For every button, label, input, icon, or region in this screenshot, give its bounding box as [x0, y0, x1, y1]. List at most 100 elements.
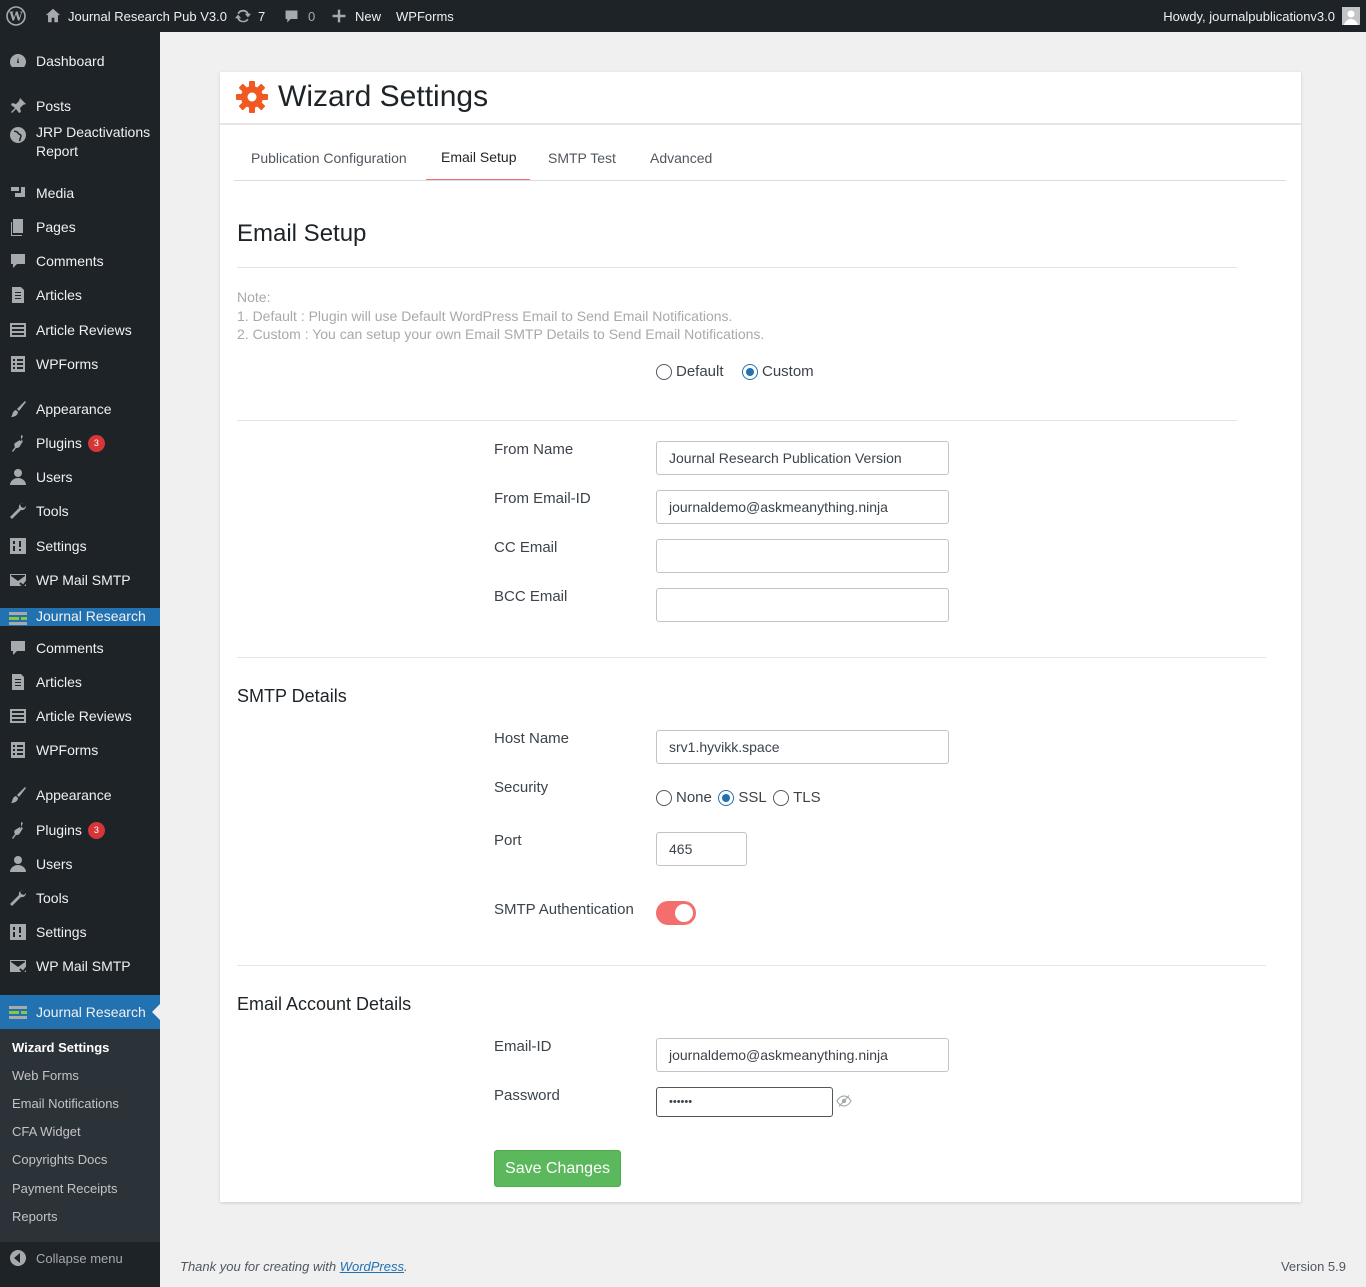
sidebar-item-articles[interactable]: Articles: [0, 665, 160, 699]
security-none-label: None: [676, 789, 712, 807]
submenu-item-reports[interactable]: Reports: [12, 1209, 58, 1224]
submenu-item-web-forms[interactable]: Web Forms: [12, 1068, 79, 1083]
host-name-field[interactable]: srv1.hyvikk.space: [656, 730, 949, 764]
sidebar-item-settings[interactable]: Settings: [0, 915, 160, 949]
wordpress-link[interactable]: WordPress: [340, 1259, 404, 1274]
account-menu[interactable]: Howdy, journalpublicationv3.0: [1163, 0, 1360, 32]
security-ssl-radio[interactable]: [718, 789, 735, 806]
submenu-item-cfa-widget[interactable]: CFA Widget: [12, 1124, 81, 1139]
tab-publication-configuration[interactable]: Publication Configuration: [251, 150, 407, 166]
comment-icon: [0, 251, 36, 271]
comment-bubble-icon: [285, 10, 298, 22]
security-ssl-label: SSL: [738, 789, 767, 807]
security-tls-radio[interactable]: [773, 789, 790, 806]
security-tls-option[interactable]: TLS: [773, 789, 821, 806]
sidebar-item-label: Plugins: [36, 822, 82, 838]
sidebar-item-article-reviews[interactable]: Article Reviews: [0, 313, 160, 347]
cc-email-field[interactable]: [656, 539, 949, 573]
sidebar-item-users[interactable]: Users: [0, 460, 160, 494]
sidebar-item-posts[interactable]: Posts: [0, 89, 160, 123]
security-none-option[interactable]: None: [656, 789, 712, 806]
mode-custom-radio[interactable]: [741, 363, 758, 380]
mode-custom-option[interactable]: Custom: [741, 363, 814, 380]
from-email-field[interactable]: journaldemo@askmeanything.ninja: [656, 490, 949, 524]
port-field[interactable]: 465: [656, 832, 747, 866]
sidebar-item-articles[interactable]: Articles: [0, 278, 160, 312]
wordpress-logo-icon[interactable]: W: [6, 0, 26, 32]
security-ssl-option[interactable]: SSL: [718, 789, 767, 807]
comments-count: 0: [308, 8, 316, 24]
sidebar-item-plugins[interactable]: Plugins 3: [0, 813, 160, 847]
list-icon: [0, 320, 36, 340]
sidebar-item-comments[interactable]: Comments: [0, 244, 160, 278]
sidebar-item-label: Users: [36, 856, 73, 872]
submenu-item-email-notifications[interactable]: Email Notifications: [12, 1096, 119, 1111]
note-custom: 2. Custom : You can setup your own Email…: [237, 326, 765, 342]
journal-icon: [0, 608, 36, 626]
mode-default-radio[interactable]: [656, 363, 672, 380]
sidebar-item-journal-research[interactable]: Journal Research: [0, 995, 160, 1029]
sidebar-item-wpforms[interactable]: WPForms: [0, 347, 160, 381]
sidebar-item-label: WP Mail SMTP: [36, 958, 131, 974]
submenu-item-payment-receipts[interactable]: Payment Receipts: [12, 1181, 118, 1196]
sidebar-item-media[interactable]: Media: [0, 176, 160, 210]
sidebar-item-comments[interactable]: Comments: [0, 631, 160, 665]
document-icon: [0, 285, 36, 305]
sidebar-item-dashboard[interactable]: Dashboard: [0, 44, 160, 78]
update-count-badge: 3: [87, 821, 105, 839]
list-icon: [0, 706, 36, 726]
wpforms-link[interactable]: WPForms: [396, 0, 454, 32]
document-icon: [0, 672, 36, 692]
sidebar-item-journal-research[interactable]: Journal Research: [0, 608, 160, 626]
sidebar-item-pages[interactable]: Pages: [0, 210, 160, 244]
sidebar-item-users[interactable]: Users: [0, 847, 160, 881]
security-tls-label: TLS: [793, 789, 821, 807]
comments-link[interactable]: 0: [283, 0, 315, 32]
section-title: Email Setup: [237, 220, 367, 247]
updates-link[interactable]: 7: [234, 0, 265, 32]
sidebar-item-wp-mail-smtp[interactable]: WP Mail SMTP: [0, 563, 160, 597]
collapse-menu-button[interactable]: Collapse menu: [0, 1241, 160, 1275]
sidebar-item-appearance[interactable]: Appearance: [0, 778, 160, 812]
sidebar-item-wpforms[interactable]: WPForms: [0, 733, 160, 767]
sidebar-item-label: Journal Research: [36, 1004, 146, 1020]
tab-smtp-test[interactable]: SMTP Test: [548, 150, 616, 166]
sidebar-item-article-reviews[interactable]: Article Reviews: [0, 699, 160, 733]
port-label: Port: [494, 832, 522, 849]
submenu-item-copyrights-docs[interactable]: Copyrights Docs: [12, 1152, 107, 1167]
smtp-auth-toggle[interactable]: [656, 901, 696, 925]
security-none-radio[interactable]: [656, 789, 672, 806]
wpforms-label: WPForms: [396, 8, 454, 24]
sidebar-item-label: Comments: [36, 253, 104, 269]
mode-radio-group: Default Custom: [656, 363, 814, 381]
sidebar-item-settings[interactable]: Settings: [0, 529, 160, 563]
from-name-field[interactable]: Journal Research Publication Version: [656, 441, 949, 475]
bcc-email-field[interactable]: [656, 588, 949, 622]
tab-email-setup-label: Email Setup: [441, 149, 517, 165]
sidebar-item-jrp-deactivations-report[interactable]: JRP Deactivations Report: [0, 123, 160, 169]
howdy-text: Howdy, journalpublicationv3.0: [1163, 8, 1335, 24]
settings-icon: [0, 536, 36, 556]
sidebar-item-tools[interactable]: Tools: [0, 881, 160, 915]
sidebar-item-appearance[interactable]: Appearance: [0, 392, 160, 426]
new-content-link[interactable]: New: [331, 0, 381, 32]
submenu-item-wizard-settings[interactable]: Wizard Settings: [12, 1040, 109, 1055]
password-field[interactable]: ••••••: [656, 1087, 833, 1117]
sidebar-item-label: WPForms: [36, 356, 99, 372]
email-id-field[interactable]: journaldemo@askmeanything.ninja: [656, 1038, 949, 1072]
sidebar-item-wp-mail-smtp[interactable]: WP Mail SMTP: [0, 949, 160, 983]
sidebar-item-plugins[interactable]: Plugins 3: [0, 426, 160, 460]
tab-advanced[interactable]: Advanced: [650, 150, 712, 166]
save-changes-button[interactable]: Save Changes: [494, 1150, 621, 1187]
eye-slash-icon[interactable]: [836, 1094, 852, 1113]
sidebar-item-label: Dashboard: [36, 53, 105, 69]
sidebar-item-tools[interactable]: Tools: [0, 494, 160, 528]
admin-sidebar: Dashboard Posts JRP Deactivations Report Me…: [0, 32, 160, 1287]
sidebar-item-label: Settings: [36, 924, 87, 940]
site-name-link[interactable]: Journal Research Pub V3.0: [44, 0, 227, 32]
mode-default-option[interactable]: Default: [656, 363, 724, 380]
sidebar-item-label: WPForms: [36, 742, 99, 758]
tab-email-setup[interactable]: Email Setup: [426, 142, 530, 181]
wrench-icon: [0, 888, 36, 908]
plus-icon: [332, 9, 346, 23]
